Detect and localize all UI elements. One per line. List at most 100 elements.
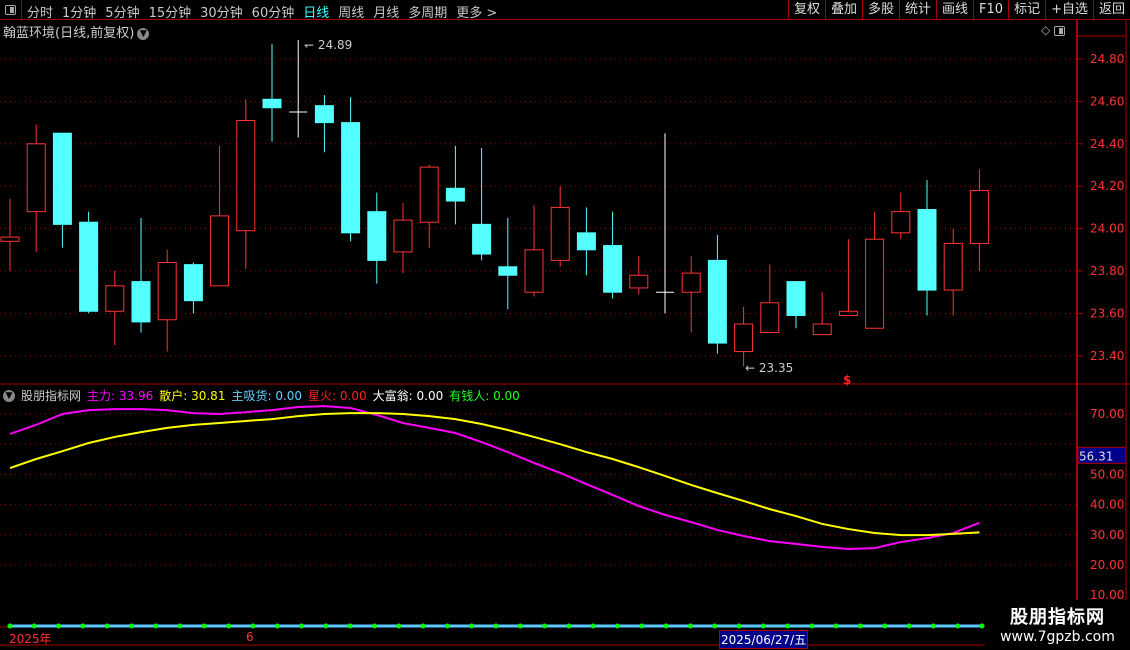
panel-toggle-icon[interactable] [1054,25,1066,36]
signal-dot [129,623,134,629]
date-axis: 2025年 6 2025/06/27/五 [0,630,985,649]
diamond-icon[interactable]: ◇ [1041,23,1050,37]
signal-dot [177,623,183,629]
indicator-value: 散户: 30.81 [159,387,225,404]
candle-body [79,221,99,312]
signal-dot [274,623,280,629]
candle [656,133,674,314]
chevron-down-icon[interactable]: ▼ [137,27,150,40]
candle-body [367,211,387,261]
candle-body [236,119,256,232]
signal-dot [785,623,791,629]
layout-toggle-button[interactable] [0,0,22,20]
watermark: 股朋指标网 www.7gpzb.com [985,600,1130,650]
indicator-value: 主吸货: 0.00 [231,387,302,404]
signal-dot [396,623,402,629]
period-tab[interactable]: 多周期 [408,2,447,21]
candle-body [891,211,911,234]
candle-body [393,219,413,253]
indicator-number: 0.00 [489,389,520,403]
tool-buttons: 复权 叠加 多股 统计 画线 F10 标记 +自选 返回 [787,0,1130,20]
signal-dot [517,623,523,629]
candle-body [262,98,282,109]
signal-dot [809,623,815,629]
candle-body [917,209,937,291]
candle [838,239,858,317]
candle-body [210,215,230,287]
candle [498,218,518,310]
indicator-header: ▼ 股朋指标网 主力: 33.96 散户: 30.81 主吸货: 0.00 星火: 0… [3,387,520,404]
signal-dot [80,623,86,629]
tool-button[interactable]: F10 [973,0,1008,20]
candle-body [812,323,832,336]
signal-marker: $ [843,373,851,387]
candle-body [576,232,596,251]
candle-body [445,187,465,202]
signal-dot [712,623,718,629]
candle [0,198,20,271]
indicator-number: 0.00 [336,389,367,403]
period-tab[interactable]: 更多 > [456,2,497,21]
indicator-label: 大富翁: [372,389,413,403]
period-tab[interactable]: 周线 [338,2,364,21]
candle-body [943,242,963,291]
signal-dot [615,623,620,629]
tool-button[interactable]: 多股 [861,0,899,20]
tool-button[interactable]: 返回 [1092,0,1130,20]
price-axis-label: 23.60 [1090,306,1124,320]
period-tab[interactable]: 分时 [27,2,53,21]
indicator-name[interactable]: 股朋指标网 [21,387,81,404]
candle-body [603,245,623,293]
price-axis-label: 23.40 [1090,349,1124,363]
price-axis-label: 23.80 [1090,264,1124,278]
chevron-down-icon[interactable]: ▼ [3,389,15,402]
price-axis-label: 24.20 [1090,179,1124,193]
signal-dot [347,623,353,629]
period-tabs: 分时 1分钟 5分钟 15分钟 30分钟 60分钟 日线 周线 月线 多周期 更多 > [27,2,497,21]
signal-dot [906,623,912,629]
tool-button[interactable]: 画线 [936,0,973,20]
price-axis-label: 24.00 [1090,222,1124,236]
signal-dot [542,623,548,629]
candle-body [131,281,151,323]
period-tab[interactable]: 日线 [303,2,329,21]
indicator-axis-label: 40.00 [1090,498,1124,512]
indicator-value: 主力: 33.96 [87,387,153,404]
panel-layout-icon [5,5,16,15]
signal-dot [493,623,499,629]
indicator-label: 有钱人: [449,389,490,403]
signal-dot [56,623,62,629]
signal-dot [639,623,645,629]
tool-button[interactable]: 统计 [899,0,936,20]
period-tab[interactable]: 月线 [373,2,399,21]
candle [157,249,177,352]
tool-button[interactable]: 标记 [1008,0,1045,20]
date-year: 2025年 [9,632,52,646]
period-tab[interactable]: 1分钟 [62,2,96,21]
stock-title[interactable]: 翰蓝环境(日线,前复权) ▼ [3,22,150,41]
candle [341,97,361,242]
candle [681,256,701,333]
indicator-value: 有钱人: 0.00 [449,387,520,404]
signal-dot [663,623,669,629]
period-tab[interactable]: 5分钟 [105,2,139,21]
period-tab[interactable]: 60分钟 [252,2,295,21]
tool-button[interactable]: +自选 [1045,0,1093,20]
top-toolbar: 分时 1分钟 5分钟 15分钟 30分钟 60分钟 日线 周线 月线 多周期 更多 > 复权 叠加 多股… [0,0,1130,21]
chart-canvas[interactable]: 24.80 24.60 24.40 24.20 24.00 23.80 23.60 23.40… [0,0,1130,650]
candle [943,228,963,316]
candle [367,192,387,284]
tool-button[interactable]: 叠加 [824,0,862,20]
indicator-axis-label: 20.00 [1090,558,1124,572]
price-axis-label: 24.40 [1090,137,1124,151]
period-tab[interactable]: 15分钟 [149,2,192,21]
candle-body [314,105,334,124]
tool-button[interactable]: 复权 [787,0,825,20]
candle-body [472,223,492,255]
signal-dot [955,623,961,629]
signal-dot [226,623,232,629]
signal-dot [201,623,207,629]
candle-body [0,236,20,242]
indicator-number: 0.00 [271,389,303,403]
period-tab[interactable]: 30分钟 [200,2,243,21]
